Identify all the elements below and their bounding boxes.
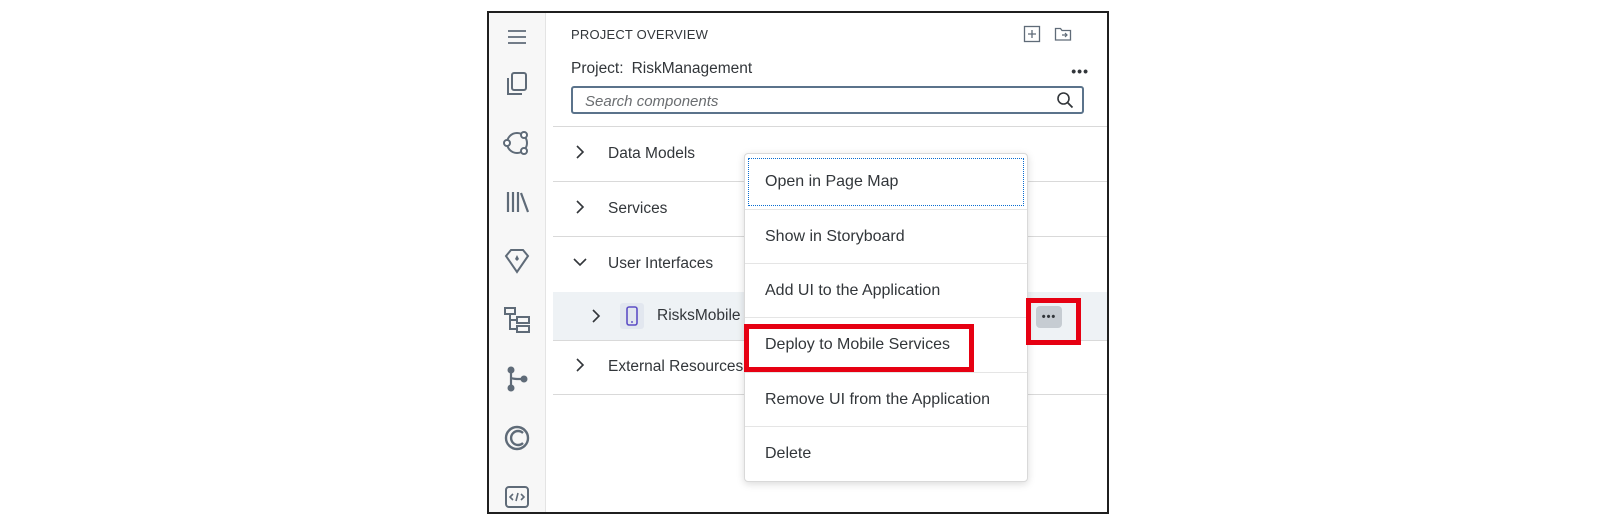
open-folder-icon[interactable] — [1053, 24, 1073, 44]
mobile-device-icon — [620, 303, 644, 329]
context-menu: Open in Page Map Show in Storyboard Add … — [744, 153, 1028, 482]
project-label: Project: — [571, 60, 624, 77]
search-box — [571, 86, 1084, 114]
menu-item-open-in-page-map[interactable]: Open in Page Map — [745, 155, 1027, 209]
project-line: Project: RiskManagement — [571, 60, 752, 78]
menu-icon[interactable] — [501, 21, 533, 53]
integration-icon[interactable] — [501, 127, 533, 159]
tree-item-label: User Interfaces — [608, 255, 714, 272]
panel-title: PROJECT OVERVIEW — [571, 27, 709, 42]
tree-item-label: RisksMobile — [657, 307, 741, 324]
project-name: RiskManagement — [631, 60, 753, 77]
chevron-right-icon[interactable] — [573, 145, 587, 159]
chevron-right-icon[interactable] — [573, 200, 587, 214]
menu-item-delete[interactable]: Delete — [745, 427, 1027, 481]
library-icon[interactable] — [501, 186, 533, 218]
menu-item-add-ui[interactable]: Add UI to the Application — [745, 264, 1027, 318]
chevron-right-icon[interactable] — [589, 309, 603, 323]
tree-item-label: Services — [608, 200, 668, 217]
highlight-deploy-option — [744, 324, 974, 372]
project-more-icon[interactable]: ••• — [1071, 63, 1089, 79]
hierarchy-icon[interactable] — [501, 304, 533, 336]
chevron-down-icon[interactable] — [573, 255, 587, 269]
menu-item-remove-ui[interactable]: Remove UI from the Application — [745, 373, 1027, 427]
tree-item-label: External Resources — [608, 358, 744, 375]
chevron-right-icon[interactable] — [573, 358, 587, 372]
highlight-more-button — [1026, 298, 1081, 345]
add-icon[interactable] — [1022, 24, 1042, 44]
source-control-icon[interactable] — [501, 363, 533, 395]
explorer-icon[interactable] — [501, 68, 533, 100]
circles-icon[interactable] — [501, 422, 533, 454]
search-icon[interactable] — [1056, 91, 1074, 109]
code-icon[interactable] — [501, 481, 533, 512]
activity-bar — [489, 13, 546, 512]
menu-item-show-in-storyboard[interactable]: Show in Storyboard — [745, 210, 1027, 264]
search-input[interactable] — [583, 90, 1047, 112]
gem-icon[interactable] — [501, 245, 533, 277]
tree-item-label: Data Models — [608, 145, 696, 162]
